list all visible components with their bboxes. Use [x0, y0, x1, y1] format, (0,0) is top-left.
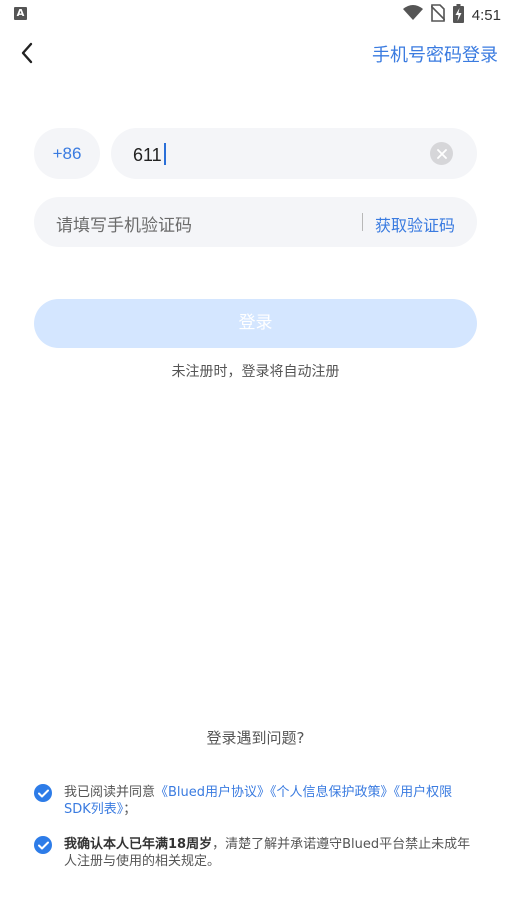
wifi-icon: [402, 5, 423, 25]
terms-prefix: 我已阅读并同意: [64, 785, 156, 800]
age-confirm-strong: 我确认本人已年满18周岁: [64, 837, 213, 852]
phone-input-value: 611: [133, 143, 166, 166]
country-code-button[interactable]: +86: [34, 128, 100, 179]
terms-text: 我已阅读并同意《Blued用户协议》《个人信息保护政策》《用户权限 SDK列表》…: [64, 784, 474, 818]
terms-suffix: ；: [123, 802, 137, 817]
terms-checkbox[interactable]: [34, 784, 52, 802]
status-time: 4:51: [471, 6, 501, 24]
text-cursor: [163, 143, 166, 165]
password-login-link[interactable]: 手机号密码登录: [372, 41, 498, 67]
verification-code-placeholder: 请填写手机验证码: [56, 216, 192, 236]
no-sim-icon: [430, 4, 446, 26]
clear-input-button[interactable]: [430, 142, 453, 165]
battery-charging-icon: [452, 3, 464, 27]
chevron-left-icon: [21, 42, 33, 64]
close-icon: [436, 148, 447, 159]
keyboard-notification-icon: A: [14, 7, 27, 20]
check-icon: [37, 789, 49, 797]
status-icons: 4:51: [402, 3, 501, 27]
get-code-button[interactable]: 获取验证码: [375, 212, 455, 236]
login-button[interactable]: 登录: [34, 299, 477, 348]
status-bar: A 4:51: [0, 0, 511, 30]
login-help-link[interactable]: 登录遇到问题?: [0, 727, 511, 748]
age-confirm-checkbox[interactable]: [34, 836, 52, 854]
divider: [362, 213, 363, 231]
verification-code-field[interactable]: 请填写手机验证码 获取验证码: [34, 197, 477, 247]
privacy-policy-link[interactable]: 《个人信息保护政策》: [270, 785, 394, 800]
top-bar: 手机号密码登录: [0, 30, 511, 76]
check-icon: [37, 841, 49, 849]
user-agreement-link[interactable]: 《Blued用户协议》: [155, 785, 270, 800]
phone-input[interactable]: 611: [111, 128, 477, 179]
age-confirm-text: 我确认本人已年满18周岁，清楚了解并承诺遵守Blued平台禁止未成年人注册与使用…: [64, 836, 474, 870]
back-button[interactable]: [12, 38, 42, 68]
auto-register-note: 未注册时，登录将自动注册: [171, 364, 340, 380]
